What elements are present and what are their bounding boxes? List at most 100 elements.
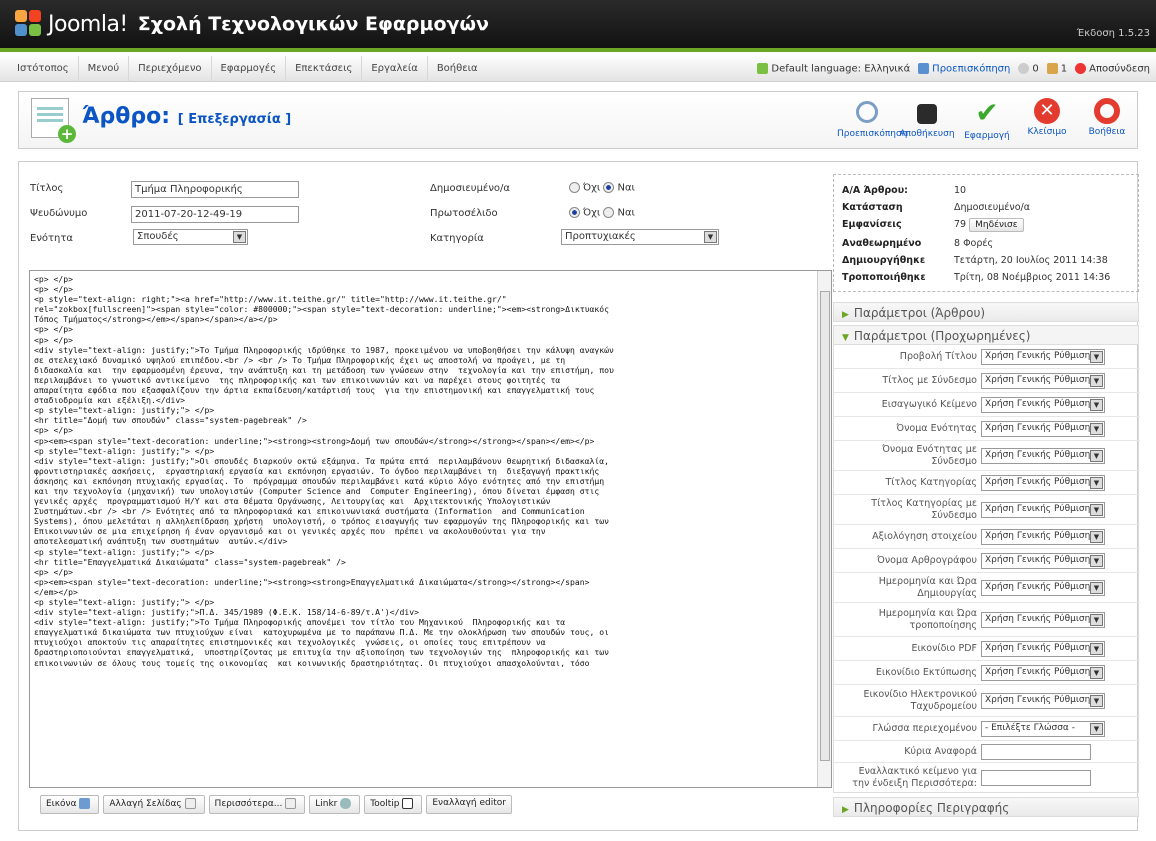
param-text-input[interactable] [981,744,1091,760]
param-select[interactable]: Χρήση Γενικής Ρύθμισης ▼ [981,612,1105,628]
chevron-down-icon: ▼ [1090,531,1103,543]
editor-scrollbar[interactable] [817,271,831,787]
section-label: Ενότητα [30,233,73,244]
menu-help[interactable]: Βοήθεια [428,56,487,82]
messages-icon [1018,63,1030,75]
param-text-input[interactable] [981,770,1091,786]
param-select[interactable]: Χρήση Γενικής Ρύθμισης ▼ [981,475,1105,491]
page-title-text: Άρθρο: [82,104,171,129]
joomla-logo[interactable]: Joomla! Σχολή Τεχνολογικών Εφαρμογών [15,10,489,38]
category-value: Προπτυχιακές [565,231,636,242]
linkr-button[interactable]: Linkr [309,795,361,814]
param-row: Εναλλακτικό κείμενο για την ένδειξη Περι… [834,763,1140,794]
linkr-button-label: Linkr [315,799,338,809]
reset-hits-button[interactable]: Μηδένισε [969,218,1024,232]
chevron-down-icon: ▼ [1090,643,1103,655]
param-select[interactable]: Χρήση Γενικής Ρύθμισης ▼ [981,641,1105,657]
accordion-article-params[interactable]: ▶ Παράμετροι (Άρθρου) [833,302,1139,322]
joomla-logo-icon [15,10,43,38]
chevron-down-icon: ▼ [1090,614,1103,626]
param-select[interactable]: Χρήση Γενικής Ρύθμισης ▼ [981,502,1105,518]
editor-code-text[interactable]: <p> </p> <p> </p> <p style="text-align: … [30,271,831,783]
param-select[interactable]: Χρήση Γενικής Ρύθμισης ▼ [981,373,1105,389]
param-label: Τίτλος Κατηγορίας [885,477,977,488]
save-button[interactable]: Αποθήκευση [897,94,957,141]
published-no-text: Όχι [583,182,601,194]
help-label: Βοήθεια [1088,127,1126,137]
messages-count[interactable]: 0 [1018,63,1039,75]
param-select[interactable]: Χρήση Γενικής Ρύθμισης ▼ [981,349,1105,365]
info-hits-label: Εμφανίσεις [842,219,902,230]
tooltip-button[interactable]: Tooltip [364,795,423,814]
toggle-editor-button[interactable]: Εναλλαγή editor [426,795,512,814]
menu-site[interactable]: Ιστότοπος [8,56,79,82]
published-yes-radio[interactable] [603,182,615,193]
param-select[interactable]: Χρήση Γενικής Ρύθμισης ▼ [981,693,1105,709]
param-label: Εικονίδιο PDF [911,643,977,654]
frontpage-no-radio[interactable] [569,207,580,218]
save-label: Αποθήκευση [899,129,955,139]
title-field[interactable]: Τμήμα Πληροφορικής [131,181,299,198]
info-state-row: Κατάσταση Δημοσιευμένο/α [842,202,1030,213]
param-select[interactable]: Χρήση Γενικής Ρύθμισης ▼ [981,553,1105,569]
alias-label: Ψευδώνυμο [30,208,88,219]
param-value: Χρήση Γενικής Ρύθμισης [985,477,1096,487]
param-select[interactable]: - Επιλέξτε Γλώσσα - ▼ [981,721,1105,737]
section-select[interactable]: Σπουδές ▼ [133,229,248,245]
param-row: Προβολή Τίτλου Χρήση Γενικής Ρύθμισης ▼ [834,345,1140,369]
param-select[interactable]: Χρήση Γενικής Ρύθμισης ▼ [981,397,1105,413]
info-revisions-row: Αναθεωρημένο 8 Φορές [842,238,993,249]
menu-tools[interactable]: Εργαλεία [362,56,428,82]
param-select[interactable]: Χρήση Γενικής Ρύθμισης ▼ [981,580,1105,596]
triangle-right-icon: ▶ [842,310,849,320]
param-value: Χρήση Γενικής Ρύθμισης [985,351,1096,361]
readmore-button[interactable]: Περισσότερα... [208,795,306,814]
editor-scroll-thumb[interactable] [820,291,830,761]
alias-field[interactable]: 2011-07-20-12-49-19 [131,206,299,223]
help-button[interactable]: Βοήθεια [1077,94,1137,141]
preview-button[interactable]: Προεπισκόπηση [837,94,907,141]
pagebreak-button[interactable]: Αλλαγή Σελίδας [103,795,205,814]
chevron-down-icon: ▼ [1090,399,1103,411]
published-radios: Όχι Ναι [569,182,635,194]
param-select[interactable]: Χρήση Γενικής Ρύθμισης ▼ [981,665,1105,681]
accordion-meta-info[interactable]: ▶ Πληροφορίες Περιγραφής [833,797,1139,817]
image-button[interactable]: Εικόνα [40,795,100,814]
image-button-label: Εικόνα [46,799,77,809]
param-select[interactable]: Χρήση Γενικής Ρύθμισης ▼ [981,529,1105,545]
param-value: Χρήση Γενικής Ρύθμισης [985,399,1096,409]
content-editor[interactable]: <p> </p> <p> </p> <p style="text-align: … [29,270,832,788]
users-count[interactable]: 1 [1046,63,1068,75]
preview-link[interactable]: Προεπισκόπηση [918,63,1010,75]
info-revisions-label: Αναθεωρημένο [842,238,922,249]
param-label: Αξιολόγηση στοιχείου [872,531,977,542]
menu-menus[interactable]: Μενού [79,56,130,82]
apply-button[interactable]: ✔ Εφαρμογή [957,94,1017,142]
param-row: Όνομα Ενότητας με Σύνδεσμο Χρήση Γενικής … [834,441,1140,471]
accordion-advanced-params[interactable]: ▼ Παράμετροι (Προχωρημένες) [833,325,1139,345]
param-value: Χρήση Γενικής Ρύθμισης [985,555,1096,565]
param-select[interactable]: Χρήση Γενικής Ρύθμισης ▼ [981,421,1105,437]
language-status: Default language: Ελληνικά [757,63,910,75]
close-button[interactable]: ✕ Κλείσιμο [1017,94,1077,141]
param-value: Χρήση Γενικής Ρύθμισης [985,504,1096,514]
param-select[interactable]: Χρήση Γενικής Ρύθμισης ▼ [981,448,1105,464]
logout-link[interactable]: Αποσύνδεση [1075,63,1150,75]
published-no-radio[interactable] [569,182,580,193]
param-row: Εικονίδιο PDF Χρήση Γενικής Ρύθμισης ▼ [834,637,1140,661]
readmore-button-label: Περισσότερα... [214,799,283,809]
lifebuoy-icon [1094,98,1120,124]
chevron-down-icon: ▼ [1090,375,1103,387]
info-hits-value: 79 [954,219,967,230]
plus-icon: + [58,125,76,143]
menu-extensions[interactable]: Επεκτάσεις [286,56,363,82]
header: Joomla! Σχολή Τεχνολογικών Εφαρμογών Έκδ… [0,0,1156,52]
frontpage-yes-radio[interactable] [603,207,615,218]
users-text: 1 [1060,63,1068,75]
category-select[interactable]: Προπτυχιακές ▼ [561,229,719,245]
info-created-row: Δημιουργήθηκε Τετάρτη, 20 Ιουλίος 2011 14… [842,255,1108,266]
menu-components[interactable]: Εφαρμογές [212,56,287,82]
param-row: Εικονίδιο Εκτύπωσης Χρήση Γενικής Ρύθμιση… [834,661,1140,685]
param-row: Αξιολόγηση στοιχείου Χρήση Γενικής Ρύθμισ… [834,525,1140,549]
menu-content[interactable]: Περιεχόμενο [129,56,212,82]
